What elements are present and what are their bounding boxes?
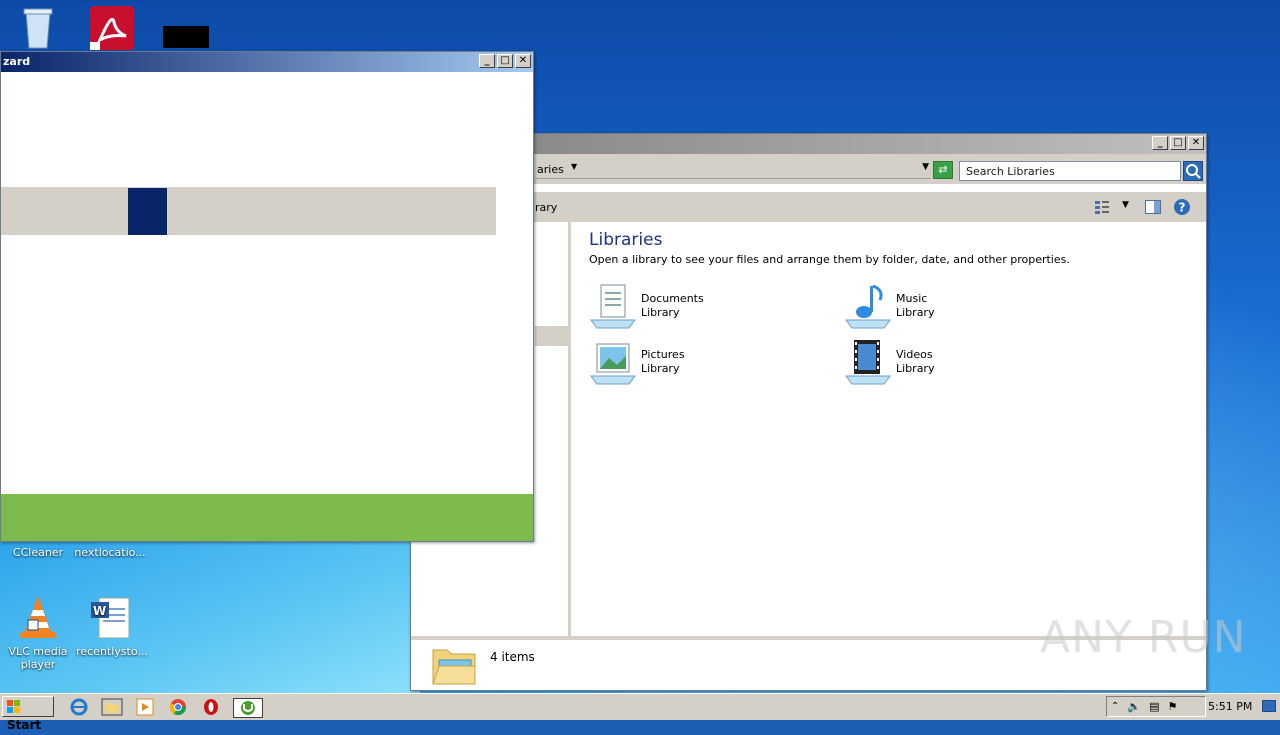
library-music[interactable]: Music Library	[844, 282, 1074, 330]
search-placeholder: Search Libraries	[966, 165, 1055, 178]
address-history-icon[interactable]: ▼	[922, 162, 929, 172]
windows-logo-icon	[7, 699, 20, 713]
wizard-titlebar[interactable]: zard _ □ ✕	[1, 52, 533, 72]
wizard-progress-block	[128, 188, 167, 235]
page-description: Open a library to see your files and arr…	[589, 253, 1070, 266]
volume-icon[interactable]: 🔈	[1127, 700, 1141, 713]
library-music-type: Library	[896, 306, 935, 319]
library-documents-type: Library	[641, 306, 680, 319]
taskbar: Start ⌃ 🔈 ▤ ⚑ 5:51 PM	[0, 693, 1280, 732]
item-count: 4 items	[490, 650, 535, 664]
start-label: Start	[7, 718, 42, 732]
chrome-icon[interactable]	[167, 698, 189, 716]
opera-icon[interactable]	[200, 698, 222, 716]
close-button[interactable]: ✕	[1188, 136, 1204, 150]
help-icon[interactable]: ?	[1173, 198, 1191, 216]
svg-text:?: ?	[1179, 201, 1186, 215]
preview-pane-icon[interactable]	[1145, 200, 1161, 214]
new-library-button[interactable]: rary	[535, 201, 557, 214]
wizard-footer-bar[interactable]	[1, 494, 533, 541]
watermark: ANY RUN	[1040, 612, 1247, 663]
search-icon	[1186, 164, 1201, 179]
ccleaner-label: CCleaner	[12, 546, 64, 559]
maximize-button[interactable]: □	[497, 54, 513, 68]
view-dropdown-icon[interactable]: ▼	[1122, 200, 1129, 210]
library-pictures[interactable]: Pictures Library	[589, 338, 819, 386]
tray-expand-icon[interactable]: ⌃	[1111, 701, 1119, 712]
address-bar[interactable]: aries ▼ ▼	[535, 161, 931, 179]
recycle-bin-shortcut[interactable]	[0, 6, 76, 55]
word-document-shortcut[interactable]: W recentlysto...	[74, 596, 150, 658]
system-tray: ⌃ 🔈 ▤ ⚑	[1106, 696, 1206, 717]
wizard-header-area	[1, 72, 533, 186]
action-center-flag-icon[interactable]: ⚑	[1168, 700, 1178, 713]
address-text: aries	[537, 163, 564, 176]
acrobat-reader-shortcut[interactable]	[74, 6, 150, 55]
ie-icon[interactable]	[68, 698, 90, 716]
acrobat-reader-icon	[90, 6, 134, 50]
black-app-shortcut[interactable]	[148, 26, 224, 50]
wizard-caption-buttons: _ □ ✕	[479, 54, 531, 68]
search-field[interactable]: Search Libraries	[959, 161, 1181, 181]
pictures-library-icon	[590, 343, 636, 385]
wizard-title: zard	[3, 55, 31, 68]
library-pictures-name: Pictures	[641, 348, 685, 361]
content-pane: Libraries Open a library to see your fil…	[574, 222, 1206, 636]
library-documents[interactable]: Documents Library	[589, 282, 819, 330]
vlc-shortcut[interactable]: VLC media player	[0, 594, 76, 671]
wizard-body	[1, 236, 533, 494]
svg-text:W: W	[93, 604, 106, 618]
library-documents-name: Documents	[641, 292, 704, 305]
refresh-button[interactable]: ⇄	[933, 161, 953, 179]
vlc-label: VLC media player	[8, 645, 68, 671]
ccleaner-shortcut[interactable]: CCleaner	[0, 546, 76, 559]
explorer-icon[interactable]	[101, 698, 123, 716]
library-videos-name: Videos	[896, 348, 933, 361]
library-videos-type: Library	[896, 362, 935, 375]
library-music-name: Music	[896, 292, 928, 305]
maximize-button[interactable]: □	[1170, 136, 1186, 150]
music-library-icon	[845, 284, 891, 329]
nextlocation-shortcut[interactable]: nextlocatio...	[72, 546, 148, 559]
start-button[interactable]: Start	[2, 696, 54, 732]
explorer-caption-buttons: _ □ ✕	[1152, 136, 1204, 150]
documents-library-icon	[590, 284, 636, 329]
minimize-button[interactable]: _	[1152, 136, 1168, 150]
quick-launch	[68, 698, 263, 718]
media-player-icon[interactable]	[134, 698, 156, 716]
word-document-icon: W	[91, 597, 130, 639]
videos-library-icon	[845, 340, 891, 385]
nextlocation-label: nextlocatio...	[74, 546, 146, 559]
wizard-window: zard _ □ ✕	[0, 51, 534, 542]
vlc-icon	[20, 596, 56, 638]
library-pictures-type: Library	[641, 362, 680, 375]
page-title: Libraries	[589, 230, 663, 250]
utorrent-icon[interactable]	[233, 698, 263, 718]
show-desktop-icon[interactable]	[1262, 700, 1276, 712]
black-app-icon	[163, 26, 209, 48]
close-button[interactable]: ✕	[515, 54, 531, 68]
libraries-folder-icon	[432, 649, 476, 685]
library-videos[interactable]: Videos Library	[844, 338, 1074, 386]
minimize-button[interactable]: _	[479, 54, 495, 68]
wizard-progress-strip	[1, 187, 496, 235]
search-button[interactable]	[1183, 161, 1203, 181]
recycle-bin-icon	[23, 8, 53, 49]
breadcrumb-dropdown-icon[interactable]: ▼	[571, 162, 577, 171]
view-options-icon[interactable]	[1094, 200, 1110, 214]
network-icon[interactable]: ▤	[1149, 700, 1159, 713]
clock[interactable]: 5:51 PM	[1208, 700, 1252, 713]
nav-selected-item[interactable]	[535, 326, 568, 346]
word-document-label: recentlysto...	[76, 645, 148, 658]
